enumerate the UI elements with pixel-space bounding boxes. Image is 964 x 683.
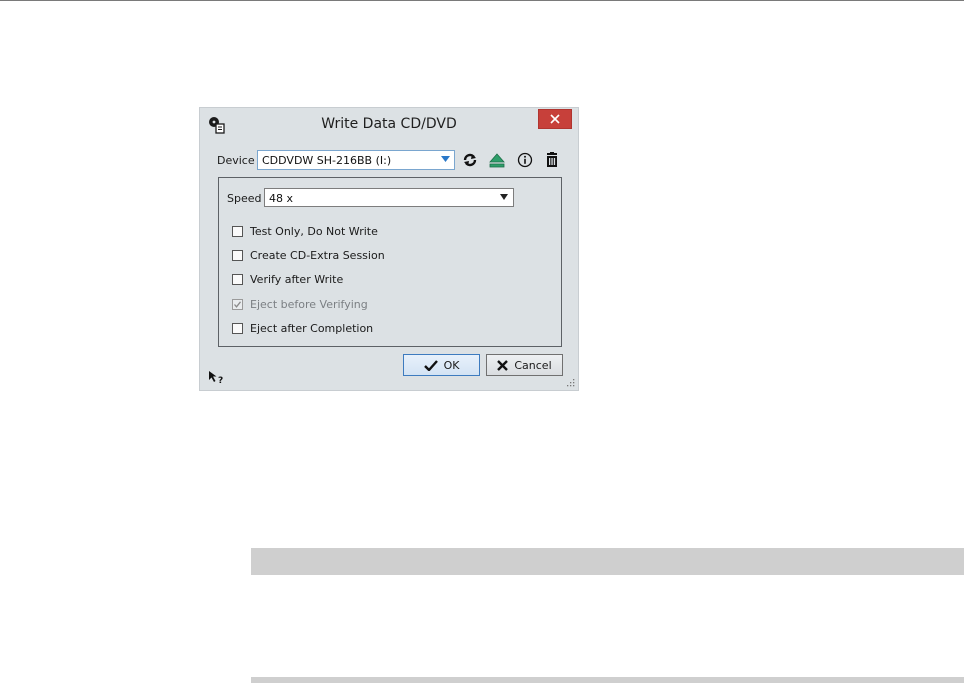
close-icon: [550, 114, 560, 124]
resize-grip-icon[interactable]: [565, 377, 575, 387]
cancel-button[interactable]: Cancel: [486, 354, 563, 376]
svg-text:?: ?: [218, 376, 223, 384]
title-bar[interactable]: Write Data CD/DVD: [200, 108, 578, 138]
device-select[interactable]: CDDVDW SH-216BB (I:): [257, 150, 455, 170]
top-rule: [0, 0, 964, 1]
help-pointer-icon[interactable]: ?: [208, 370, 226, 384]
ok-button-label: OK: [443, 358, 460, 372]
checkbox[interactable]: [232, 274, 243, 285]
dropdown-arrow-icon: [500, 194, 508, 200]
checkbox[interactable]: [232, 250, 243, 261]
info-icon[interactable]: [517, 152, 533, 168]
checkmark-icon: [234, 301, 242, 308]
options-group: Speed 48 x Test Only, Do Not Write Creat…: [218, 177, 562, 347]
write-data-dialog: Write Data CD/DVD Device CDDVDW SH-216BB…: [199, 107, 579, 391]
eject-icon[interactable]: [489, 152, 505, 168]
refresh-icon[interactable]: [462, 152, 478, 168]
close-button[interactable]: [538, 109, 572, 129]
erase-icon[interactable]: [544, 152, 560, 168]
device-label: Device: [217, 154, 255, 167]
ok-check-icon: [423, 359, 438, 371]
option-label: Verify after Write: [250, 273, 344, 286]
option-label: Test Only, Do Not Write: [250, 225, 378, 238]
option-label: Eject before Verifying: [250, 298, 368, 311]
option-label: Eject after Completion: [250, 322, 374, 335]
ok-button[interactable]: OK: [403, 354, 480, 376]
gray-band-top: [251, 548, 964, 575]
speed-select[interactable]: 48 x: [264, 188, 514, 207]
dropdown-arrow-icon: [441, 156, 450, 162]
checkbox-checked-disabled: [232, 299, 243, 310]
speed-select-value: 48 x: [269, 192, 294, 205]
dialog-title: Write Data CD/DVD: [321, 116, 457, 132]
cancel-button-label: Cancel: [514, 358, 552, 372]
speed-label: Speed: [227, 192, 262, 205]
device-select-value: CDDVDW SH-216BB (I:): [262, 154, 392, 167]
checkbox[interactable]: [232, 226, 243, 237]
checkbox[interactable]: [232, 323, 243, 334]
option-label: Create CD-Extra Session: [250, 249, 385, 262]
gray-band-bottom: [251, 677, 964, 683]
cancel-x-icon: [497, 359, 509, 371]
